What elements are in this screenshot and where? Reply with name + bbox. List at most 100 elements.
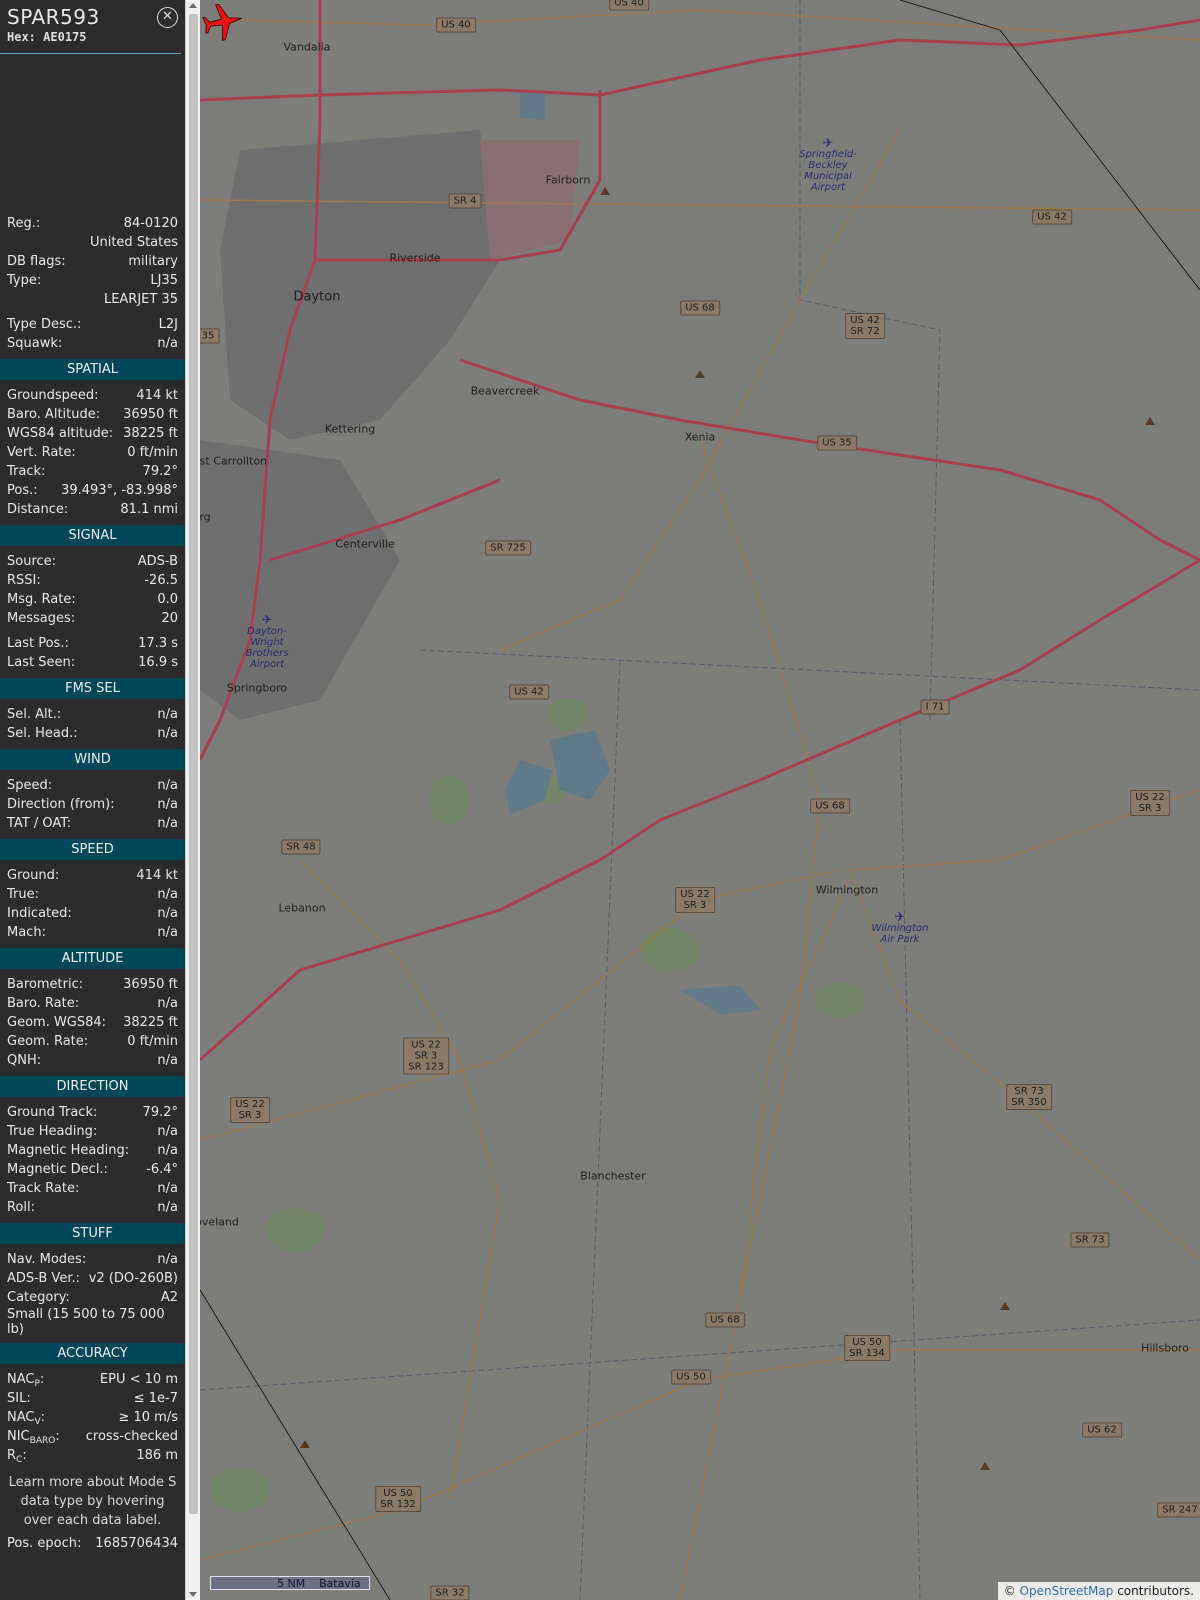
accuracy-row-sil: SIL: ≤ 1e-7 (7, 1391, 178, 1406)
altitude-rows: Barometric: 36950 ft Baro. Rate: n/a Geom. W… (0, 975, 185, 1070)
openstreetmap-link[interactable]: OpenStreetMap (1020, 1584, 1114, 1598)
route-shield: US 22 SR 3 (675, 887, 715, 913)
route-shield: US 42 (509, 684, 549, 700)
wind-row: TAT / OAT: n/a (7, 816, 178, 831)
map-scale-bar: 5 NM Batavia (210, 1576, 370, 1590)
accuracy-row-nicbaro: NICBARO: cross-checked (7, 1429, 178, 1446)
route-shield: US 42 (1032, 209, 1072, 225)
place-label: est Carrollton (200, 454, 268, 468)
section-signal: SIGNAL (0, 525, 185, 546)
route-shield: SR 73 SR 350 (1006, 1084, 1052, 1110)
scroll-down-arrow-icon[interactable] (189, 1592, 197, 1597)
place-label: Beavercreek (470, 384, 540, 398)
info-row-typedesc: Type Desc.: L2J (7, 317, 178, 332)
direction-row: Roll: n/a (7, 1200, 178, 1215)
speed-row: Ground: 414 kt (7, 868, 178, 883)
route-shield: US 50 SR 132 (375, 1486, 421, 1512)
route-shield: 35 (200, 328, 220, 344)
signal-rows: Source: ADS-B RSSI: -26.5 Msg. Rate: 0.0 Messa… (0, 552, 185, 628)
speed-row: Mach: n/a (7, 925, 178, 940)
map-view[interactable]: Vandalia Fairborn Riverside Dayton Beavercre… (200, 0, 1200, 1600)
info-row-type: Type: LJ35 (7, 273, 178, 288)
route-shield: US 68 (680, 300, 720, 316)
altitude-row: Barometric: 36950 ft (7, 977, 178, 992)
route-shield: US 42 SR 72 (845, 313, 885, 339)
signal-row: Last Pos.: 17.3 s (7, 636, 178, 651)
airport-label: ✈ Springfield- Beckley Municipal Airport (799, 136, 857, 193)
fms-row: Sel. Alt.: n/a (7, 707, 178, 722)
airport-label: ✈ Dayton- Wright Brothers Airport (245, 613, 289, 670)
spatial-row: Baro. Altitude: 36950 ft (7, 407, 178, 422)
route-shield: US 50 SR 134 (844, 1335, 890, 1361)
altitude-row: Geom. WGS84: 38225 ft (7, 1015, 178, 1030)
category-description: Small (15 500 to 75 000 lb) (7, 1307, 165, 1337)
place-label: Xenia (684, 430, 716, 444)
spatial-row: Distance: 81.1 nmi (7, 502, 178, 517)
wind-row: Speed: n/a (7, 778, 178, 793)
aircraft-info-panel: SPAR593 Hex: AE0175 ✕ Reg.: 84-0120 Unite… (0, 0, 185, 1600)
route-shield: SR 73 (1070, 1232, 1110, 1248)
spatial-row: Track: 79.2° (7, 464, 178, 479)
fms-rows: Sel. Alt.: n/a Sel. Head.: n/a (0, 705, 185, 743)
direction-row: Track Rate: n/a (7, 1181, 178, 1196)
place-label: Riverside (389, 251, 441, 265)
scroll-up-arrow-icon[interactable] (189, 3, 197, 8)
route-shield: US 68 (810, 798, 850, 814)
callsign: SPAR593 (7, 5, 100, 29)
route-shield: US 22 SR 3 (1130, 790, 1170, 816)
stuff-row: Nav. Modes: n/a (7, 1252, 178, 1267)
direction-row: True Heading: n/a (7, 1124, 178, 1139)
place-label: Fairborn (545, 173, 591, 187)
sidebar-scrollbar[interactable] (185, 0, 200, 1600)
altitude-row: Baro. Rate: n/a (7, 996, 178, 1011)
airport-icon: ✈ (822, 136, 834, 151)
accuracy-row-nacv: NACV: ≥ 10 m/s (7, 1410, 178, 1427)
direction-row: Ground Track: 79.2° (7, 1105, 178, 1120)
route-shield: US 22 SR 3 (230, 1097, 270, 1123)
direction-row: Magnetic Heading: n/a (7, 1143, 178, 1158)
stuff-row: ADS-B Ver.: v2 (DO-260B) (7, 1271, 178, 1286)
section-wind: WIND (0, 749, 185, 770)
signal-rows-2: Last Pos.: 17.3 s Last Seen: 16.9 s (0, 634, 185, 672)
airport-icon: ✈ (894, 910, 906, 925)
speed-rows: Ground: 414 kt True: n/a Indicated: n/a Mach: n… (0, 866, 185, 942)
place-label: Dayton (293, 289, 341, 305)
signal-row: Source: ADS-B (7, 554, 178, 569)
route-shield: US 35 (817, 435, 857, 451)
section-speed: SPEED (0, 839, 185, 860)
airport-label: ✈ Wilmington Air Park (871, 910, 929, 945)
speed-row: Indicated: n/a (7, 906, 178, 921)
scrollbar-thumb[interactable] (189, 14, 198, 1514)
route-shield: US 22 SR 3 SR 123 (403, 1037, 449, 1075)
speed-row: True: n/a (7, 887, 178, 902)
section-direction: DIRECTION (0, 1076, 185, 1097)
airport-icon: ✈ (261, 613, 273, 628)
spatial-row: Pos.: 39.493°, -83.998° (7, 483, 178, 498)
spatial-row: Groundspeed: 414 kt (7, 388, 178, 403)
section-altitude: ALTITUDE (0, 948, 185, 969)
section-stuff: STUFF (0, 1223, 185, 1244)
stuff-row: Category: A2 (7, 1290, 178, 1305)
aircraft-photo-placeholder (0, 54, 185, 214)
route-shield: US 40 (436, 17, 476, 33)
section-spatial: SPATIAL (0, 359, 185, 380)
route-shield: I 71 (920, 699, 950, 715)
place-label: Hillsboro (1141, 1341, 1189, 1355)
spatial-row: WGS84 altitude: 38225 ft (7, 426, 178, 441)
signal-row: Messages: 20 (7, 611, 178, 626)
route-shield: US 68 (705, 1312, 745, 1328)
altitude-row: Geom. Rate: 0 ft/min (7, 1034, 178, 1049)
direction-rows: Ground Track: 79.2° True Heading: n/a Magnet… (0, 1103, 185, 1217)
place-label: Wilmington (815, 883, 879, 897)
route-shield: SR 247 (1157, 1502, 1200, 1518)
route-shield: US 40 (609, 0, 649, 11)
map-attribution: © OpenStreetMap contributors. (997, 1582, 1200, 1600)
aircraft-marker-icon[interactable] (200, 0, 244, 44)
spatial-row: Vert. Rate: 0 ft/min (7, 445, 178, 460)
route-shield: SR 725 (485, 540, 531, 556)
direction-row: Magnetic Decl.: -6.4° (7, 1162, 178, 1177)
place-label: Blanchester (580, 1169, 646, 1183)
map-base-layer (200, 0, 1200, 1600)
info-row-reg: Reg.: 84-0120 (7, 216, 178, 231)
close-icon[interactable]: ✕ (157, 7, 178, 28)
